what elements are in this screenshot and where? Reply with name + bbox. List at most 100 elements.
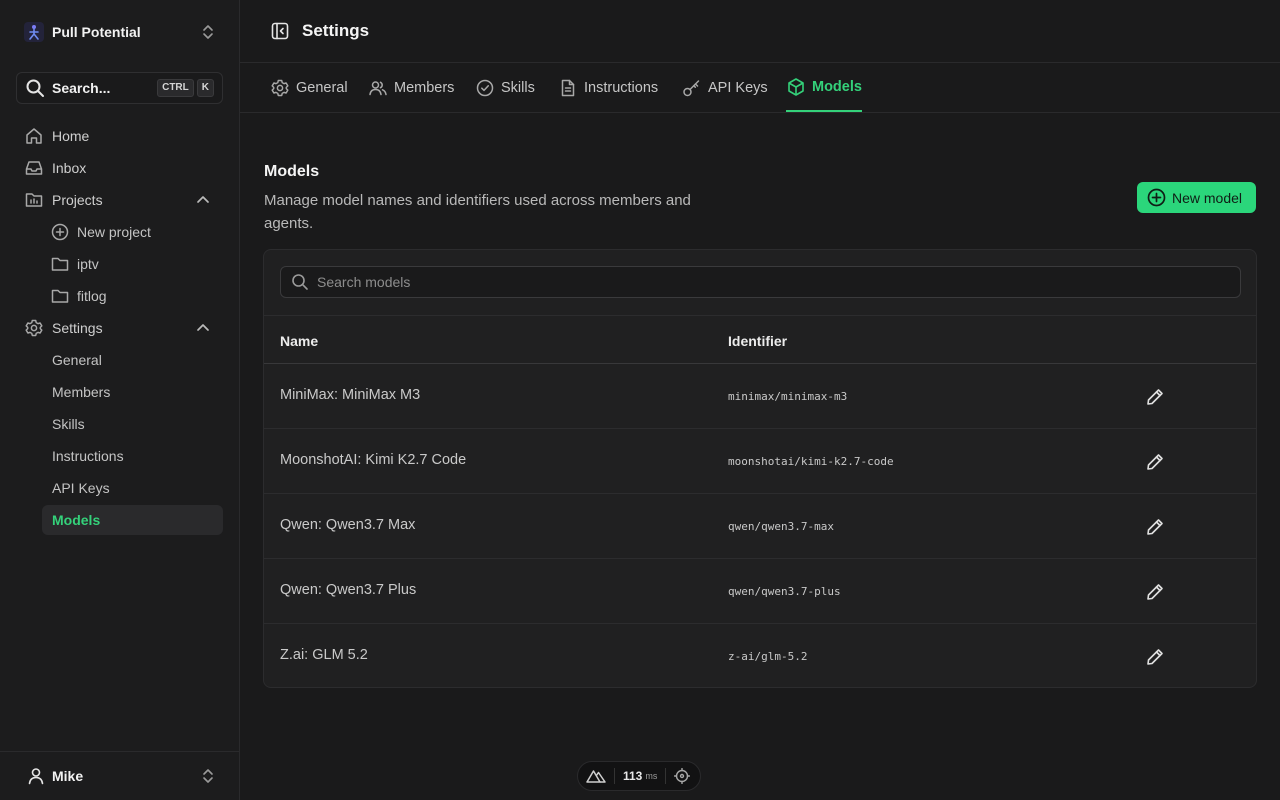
main-content: Settings General Members Skills Instruct… — [240, 0, 1280, 800]
tab-label: General — [296, 80, 348, 96]
chevron-up-down-icon — [201, 24, 215, 40]
chevron-up-icon[interactable] — [196, 193, 210, 207]
sidebar-item-instructions[interactable]: Instructions — [42, 441, 223, 471]
user-name: Mike — [52, 768, 84, 784]
pencil-icon — [1147, 454, 1163, 470]
pencil-icon — [1147, 649, 1163, 665]
edit-model-button[interactable] — [1142, 514, 1168, 540]
users-icon — [368, 78, 388, 98]
chevron-up-icon[interactable] — [196, 321, 210, 335]
document-icon — [558, 78, 578, 98]
folder-icon — [51, 255, 69, 273]
shortcut-key-ctrl: CTRL — [157, 79, 194, 97]
cube-icon — [786, 77, 806, 97]
sidebar-item-project-iptv[interactable]: iptv — [42, 249, 223, 279]
sidebar-item-project-fitlog[interactable]: fitlog — [42, 281, 223, 311]
tab-models[interactable]: Models — [786, 64, 862, 112]
pencil-icon — [1147, 519, 1163, 535]
tab-label: Instructions — [584, 80, 659, 96]
tab-members[interactable]: Members — [368, 64, 454, 112]
render-time-value: 113 — [623, 769, 643, 783]
sidebar: Pull Potential Search... CTRL K Home Inb… — [0, 0, 240, 800]
model-identifier: z-ai/glm-5.2 — [728, 650, 808, 663]
column-header-identifier[interactable]: Identifier — [728, 333, 787, 349]
sidebar-item-label: fitlog — [77, 288, 107, 304]
page-header: Settings — [240, 0, 1280, 63]
sidebar-item-label: New project — [77, 224, 151, 240]
tab-label: API Keys — [708, 80, 768, 96]
search-label: Search... — [52, 80, 111, 96]
model-search-box — [280, 266, 1241, 298]
divider — [665, 768, 667, 784]
new-model-button[interactable]: New model — [1137, 182, 1256, 213]
sidebar-item-models[interactable]: Models — [42, 505, 223, 535]
sidebar-item-projects[interactable]: Projects — [24, 185, 222, 215]
model-name: MiniMax: MiniMax M3 — [280, 387, 421, 403]
edit-model-button[interactable] — [1142, 579, 1168, 605]
pencil-icon — [1147, 584, 1163, 600]
sidebar-toggle-icon[interactable] — [270, 21, 290, 41]
model-name: Qwen: Qwen3.7 Plus — [280, 582, 417, 598]
model-identifier: qwen/qwen3.7-plus — [728, 585, 841, 598]
sidebar-item-new-project[interactable]: New project — [42, 217, 223, 247]
tab-api-keys[interactable]: API Keys — [682, 64, 768, 112]
settings-tabs: General Members Skills Instructions API … — [240, 64, 1280, 113]
user-icon — [26, 766, 46, 786]
sidebar-item-skills[interactable]: Skills — [42, 409, 223, 439]
table-header: Name Identifier — [264, 315, 1256, 364]
table-row: MiniMax: MiniMax M3 minimax/minimax-m3 — [264, 364, 1256, 429]
sidebar-item-inbox[interactable]: Inbox — [24, 153, 222, 183]
new-model-label: New model — [1172, 189, 1243, 206]
inbox-icon — [24, 158, 44, 178]
workspace-switcher[interactable]: Pull Potential — [16, 16, 223, 48]
home-icon — [24, 126, 44, 146]
crosshair-icon[interactable] — [674, 768, 691, 784]
folder-icon — [51, 287, 69, 305]
table-row: Qwen: Qwen3.7 Max qwen/qwen3.7-max — [264, 494, 1256, 559]
model-name: Z.ai: GLM 5.2 — [280, 647, 368, 663]
mountain-logo-icon[interactable] — [586, 769, 606, 783]
tab-label: Models — [812, 79, 862, 95]
render-time-unit: ms — [645, 771, 658, 781]
model-identifier: moonshotai/kimi-k2.7-code — [728, 455, 894, 468]
sidebar-item-label: Home — [52, 128, 90, 144]
check-badge-icon — [475, 78, 495, 98]
sidebar-item-home[interactable]: Home — [24, 121, 222, 151]
sidebar-search-button[interactable]: Search... CTRL K — [16, 72, 223, 104]
edit-model-button[interactable] — [1142, 384, 1168, 410]
table-row: Z.ai: GLM 5.2 z-ai/glm-5.2 — [264, 624, 1256, 687]
tab-skills[interactable]: Skills — [475, 64, 535, 112]
edit-model-button[interactable] — [1142, 449, 1168, 475]
gear-icon — [270, 78, 290, 98]
divider — [614, 768, 615, 784]
chevron-up-down-icon — [201, 768, 215, 784]
table-row: Qwen: Qwen3.7 Plus qwen/qwen3.7-plus — [264, 559, 1256, 624]
sidebar-item-api-keys[interactable]: API Keys — [42, 473, 223, 503]
tab-label: Members — [394, 80, 455, 96]
sidebar-item-general[interactable]: General — [42, 345, 223, 375]
column-header-name[interactable]: Name — [280, 333, 318, 349]
tab-instructions[interactable]: Instructions — [558, 64, 658, 112]
search-icon — [25, 78, 45, 98]
model-identifier: qwen/qwen3.7-max — [728, 520, 834, 533]
tab-label: Skills — [501, 80, 535, 96]
model-search-input[interactable] — [317, 274, 1240, 290]
tab-general[interactable]: General — [270, 64, 348, 112]
workspace-name: Pull Potential — [52, 24, 141, 40]
edit-model-button[interactable] — [1142, 644, 1168, 670]
plus-circle-icon — [51, 223, 69, 241]
search-icon — [291, 273, 309, 291]
sidebar-item-members[interactable]: Members — [42, 377, 223, 407]
workspace-logo-icon — [24, 22, 44, 42]
sidebar-item-label: Inbox — [52, 160, 87, 176]
devtools-pill[interactable]: 113 ms — [577, 761, 701, 791]
sidebar-item-settings[interactable]: Settings — [24, 313, 222, 343]
models-table-card: Name Identifier MiniMax: MiniMax M3 mini… — [263, 249, 1257, 688]
sidebar-item-label: Projects — [52, 192, 103, 208]
sidebar-item-label: iptv — [77, 256, 99, 272]
folder-chart-icon — [24, 190, 44, 210]
model-name: Qwen: Qwen3.7 Max — [280, 517, 416, 533]
user-menu[interactable]: Mike — [0, 751, 239, 800]
model-identifier: minimax/minimax-m3 — [728, 390, 848, 403]
section-description: Manage model names and identifiers used … — [264, 192, 691, 232]
